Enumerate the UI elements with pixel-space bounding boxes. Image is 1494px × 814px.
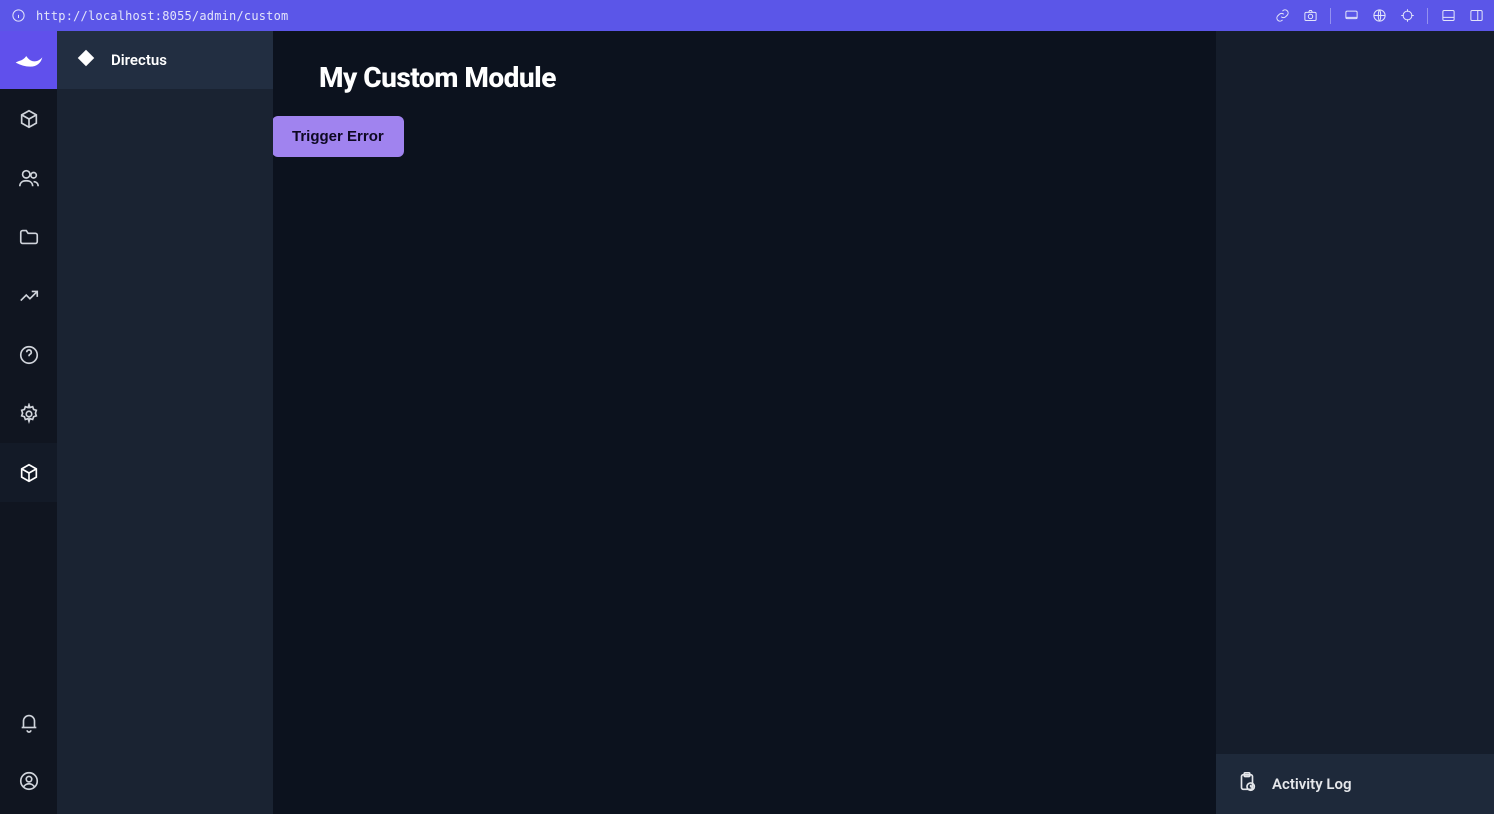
right-panel: Activity Log	[1216, 31, 1494, 814]
activity-log-label: Activity Log	[1272, 775, 1352, 793]
clipboard-clock-icon	[1236, 771, 1258, 797]
top-toolbar: http://localhost:8055/admin/custom	[0, 0, 1494, 31]
secondary-sidebar: Directus	[57, 31, 273, 814]
url-display: http://localhost:8055/admin/custom	[36, 9, 288, 23]
info-icon[interactable]	[10, 8, 26, 24]
rail-insights-icon[interactable]	[0, 266, 57, 325]
rail-notifications-icon[interactable]	[0, 692, 57, 751]
activity-log-toggle[interactable]: Activity Log	[1216, 754, 1494, 814]
sidebar-header: Directus	[57, 31, 273, 89]
rail-users-icon[interactable]	[0, 148, 57, 207]
sidebar-title: Directus	[111, 51, 167, 69]
rail-settings-icon[interactable]	[0, 384, 57, 443]
rail-custom-module-icon[interactable]	[0, 443, 57, 502]
main-content: My Custom Module Trigger Error	[273, 31, 1216, 814]
rail-files-icon[interactable]	[0, 207, 57, 266]
rail-content-icon[interactable]	[0, 89, 57, 148]
trigger-error-button[interactable]: Trigger Error	[273, 116, 404, 157]
brand-logo[interactable]	[0, 31, 57, 89]
link-icon[interactable]	[1274, 8, 1290, 24]
panel-right-icon[interactable]	[1468, 8, 1484, 24]
module-rail	[0, 31, 57, 814]
diamond-icon	[75, 47, 97, 73]
monitor-icon[interactable]	[1343, 8, 1359, 24]
separator	[1427, 8, 1428, 24]
crosshair-icon[interactable]	[1399, 8, 1415, 24]
rail-docs-icon[interactable]	[0, 325, 57, 384]
page-title: My Custom Module	[319, 61, 1170, 94]
rail-account-icon[interactable]	[0, 751, 57, 810]
camera-icon[interactable]	[1302, 8, 1318, 24]
panel-bottom-icon[interactable]	[1440, 8, 1456, 24]
separator	[1330, 8, 1331, 24]
globe-icon[interactable]	[1371, 8, 1387, 24]
